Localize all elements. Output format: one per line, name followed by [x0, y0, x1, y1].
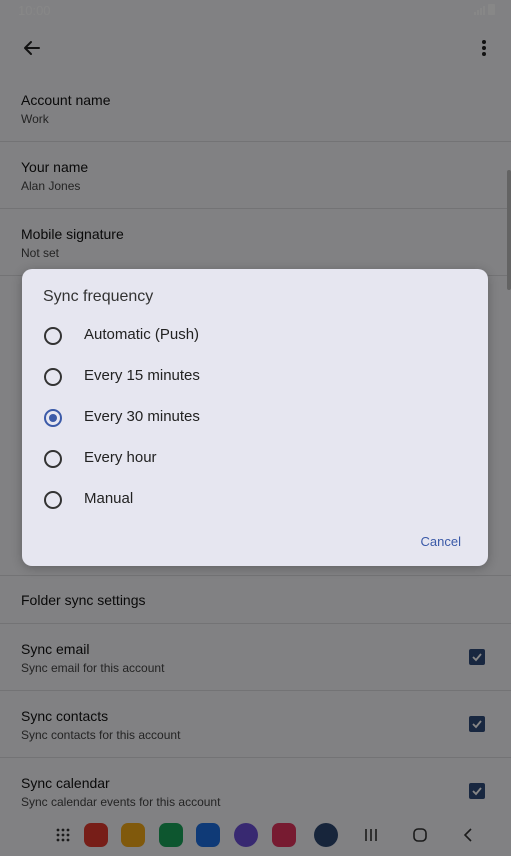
radio-icon — [44, 491, 62, 509]
option-automatic-push[interactable]: Automatic (Push) — [22, 315, 488, 356]
radio-icon — [44, 327, 62, 345]
radio-icon — [44, 450, 62, 468]
option-label: Manual — [84, 490, 134, 507]
radio-selected-icon — [44, 409, 62, 427]
option-manual[interactable]: Manual — [22, 479, 488, 520]
option-label: Every 15 minutes — [84, 367, 200, 384]
option-every-15-minutes[interactable]: Every 15 minutes — [22, 356, 488, 397]
option-label: Every 30 minutes — [84, 408, 200, 425]
cancel-button[interactable]: Cancel — [421, 534, 461, 549]
settings-screen: 10:00 Account name Work Your name Alan J… — [0, 0, 511, 856]
radio-icon — [44, 368, 62, 386]
sync-frequency-dialog: Sync frequency Automatic (Push) Every 15… — [22, 269, 488, 566]
dialog-title: Sync frequency — [43, 288, 154, 305]
option-every-30-minutes[interactable]: Every 30 minutes — [22, 397, 488, 438]
option-label: Automatic (Push) — [84, 326, 200, 343]
option-label: Every hour — [84, 449, 157, 466]
option-every-hour[interactable]: Every hour — [22, 438, 488, 479]
